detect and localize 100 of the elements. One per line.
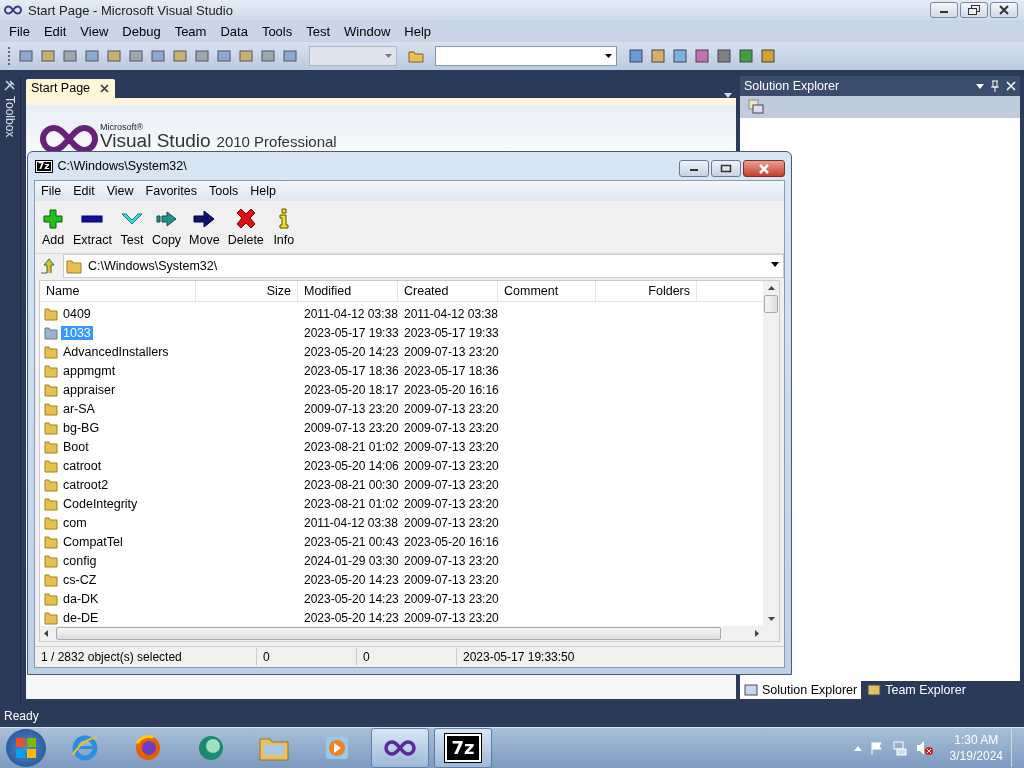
toolbar-button[interactable]: Info (267, 205, 300, 249)
file-name[interactable]: Boot (61, 439, 91, 454)
taskbar-infinity-button[interactable] (371, 728, 429, 768)
restore-icon (968, 5, 980, 15)
horizontal-scrollbar[interactable] (40, 626, 763, 641)
menu-item[interactable]: Data (213, 21, 255, 41)
column-header[interactable]: Size (196, 281, 298, 301)
find-dropdown[interactable] (435, 46, 617, 66)
down-arrow-icon[interactable] (767, 617, 775, 621)
maximize-button[interactable] (711, 160, 741, 177)
taskbar-archiver-button[interactable]: 7z (434, 728, 492, 768)
up-arrow-icon[interactable] (767, 286, 775, 290)
created-date: 2009-07-13 23:20 (403, 496, 498, 511)
menu-item[interactable]: View (73, 21, 116, 41)
right-arrow-icon[interactable] (755, 630, 759, 637)
column-header[interactable]: Name (40, 281, 196, 301)
window-title: Start Page - Microsoft Visual Studio (28, 2, 233, 18)
menu-item[interactable]: Debug (115, 21, 168, 41)
column-header[interactable]: Comment (498, 281, 596, 301)
caret-icon (385, 54, 392, 58)
toolbar-button[interactable]: Add (37, 205, 69, 249)
panel-tab[interactable]: Team Explorer (863, 681, 970, 699)
file-name[interactable]: config (61, 553, 99, 568)
minimize-button[interactable] (679, 160, 709, 177)
toolbar-icon[interactable] (694, 48, 710, 64)
file-name[interactable]: com (61, 515, 89, 530)
file-name[interactable]: da-DK (61, 591, 101, 606)
menu-item[interactable]: File (35, 183, 68, 199)
folder-icon (44, 572, 58, 587)
scrollbar-thumb[interactable] (764, 295, 778, 313)
column-header[interactable]: Folders (596, 281, 697, 301)
toolbar-icon[interactable] (628, 48, 644, 64)
vertical-scrollbar[interactable] (763, 281, 779, 641)
menu-item[interactable]: Favorites (139, 183, 203, 199)
toolbar-button[interactable]: Delete (223, 205, 268, 249)
menu-item[interactable]: Tools (203, 183, 245, 199)
close-button[interactable] (743, 160, 785, 177)
file-name[interactable]: de-DE (61, 610, 101, 625)
dropdown-icon[interactable] (976, 83, 984, 89)
pin-icon[interactable] (990, 80, 1000, 92)
created-date: 2009-07-13 23:20 (403, 591, 498, 606)
menu-item[interactable]: View (100, 183, 140, 199)
left-arrow-icon[interactable] (44, 630, 48, 637)
status-text: 1 / 2832 object(s) selected (35, 648, 257, 666)
file-name[interactable]: bg-BG (61, 420, 102, 435)
toolbar-button[interactable]: Extract (69, 205, 116, 249)
show-hidden-icons-button[interactable] (853, 745, 862, 751)
panel-tab[interactable]: Solution Explorer (740, 681, 862, 699)
menu-item[interactable]: Edit (36, 21, 74, 41)
column-header[interactable]: Created (398, 281, 498, 301)
toolbar-button[interactable]: Test (115, 205, 148, 249)
modified-date: 2009-07-13 23:20 (303, 401, 398, 416)
toolbar-icon[interactable] (760, 48, 776, 64)
toolbar-icon[interactable] (650, 48, 666, 64)
file-name[interactable]: cs-CZ (61, 572, 99, 587)
modified-date: 2023-05-21 00:43 (303, 534, 398, 549)
close-button[interactable] (990, 2, 1018, 18)
speaker-muted-icon[interactable] (915, 740, 934, 756)
menu-item[interactable]: Test (299, 21, 338, 41)
folder-icon (44, 344, 58, 359)
file-name[interactable]: appmgmt (61, 363, 118, 378)
window-icon (744, 683, 758, 697)
toolbox-tab[interactable]: Toolbox (0, 76, 21, 705)
toolbar-icon[interactable] (738, 48, 754, 64)
panel-title: Solution Explorer (744, 79, 840, 93)
menu-item[interactable]: Help (397, 21, 439, 41)
document-tab[interactable]: Start Page (26, 79, 116, 98)
file-name[interactable]: catroot (61, 458, 104, 473)
file-name[interactable]: AdvancedInstallers (61, 344, 171, 359)
file-name[interactable]: CodeIntegrity (61, 496, 140, 511)
close-icon[interactable] (100, 83, 110, 93)
folder-icon (44, 553, 58, 568)
flag-icon[interactable] (869, 741, 884, 755)
menu-item[interactable]: File (2, 21, 37, 41)
column-header[interactable]: Modified (298, 281, 398, 301)
toolbar-button[interactable]: Copy (147, 205, 186, 249)
folder-icon (44, 477, 58, 492)
menu-item[interactable]: Team (167, 21, 214, 41)
minimize-button[interactable] (930, 2, 958, 18)
start-button[interactable] (6, 729, 46, 767)
toolbar-button[interactable]: Move (185, 205, 224, 249)
network-icon[interactable] (891, 740, 908, 756)
file-name[interactable]: 0409 (61, 306, 93, 321)
toolbar-icon[interactable] (672, 48, 688, 64)
menu-item[interactable]: Edit (67, 183, 101, 199)
file-name[interactable]: ar-SA (61, 401, 97, 416)
restore-button[interactable] (960, 2, 988, 18)
file-name[interactable]: catroot2 (61, 477, 111, 492)
file-name[interactable]: appraiser (61, 382, 118, 397)
infinity-icon (383, 738, 417, 758)
path-field[interactable]: C:\Windows\System32\ (63, 254, 784, 278)
menu-item[interactable]: Window (337, 21, 398, 41)
toolbar-icon[interactable] (716, 48, 732, 64)
file-name[interactable]: CompatTel (61, 534, 125, 549)
app-icon: 7z (36, 160, 52, 172)
menu-item[interactable]: Help (244, 183, 282, 199)
caret-icon[interactable] (771, 262, 779, 267)
menu-item[interactable]: Tools (254, 21, 300, 41)
scrollbar-thumb[interactable] (56, 627, 721, 640)
modified-date: 2009-07-13 23:20 (303, 420, 398, 435)
